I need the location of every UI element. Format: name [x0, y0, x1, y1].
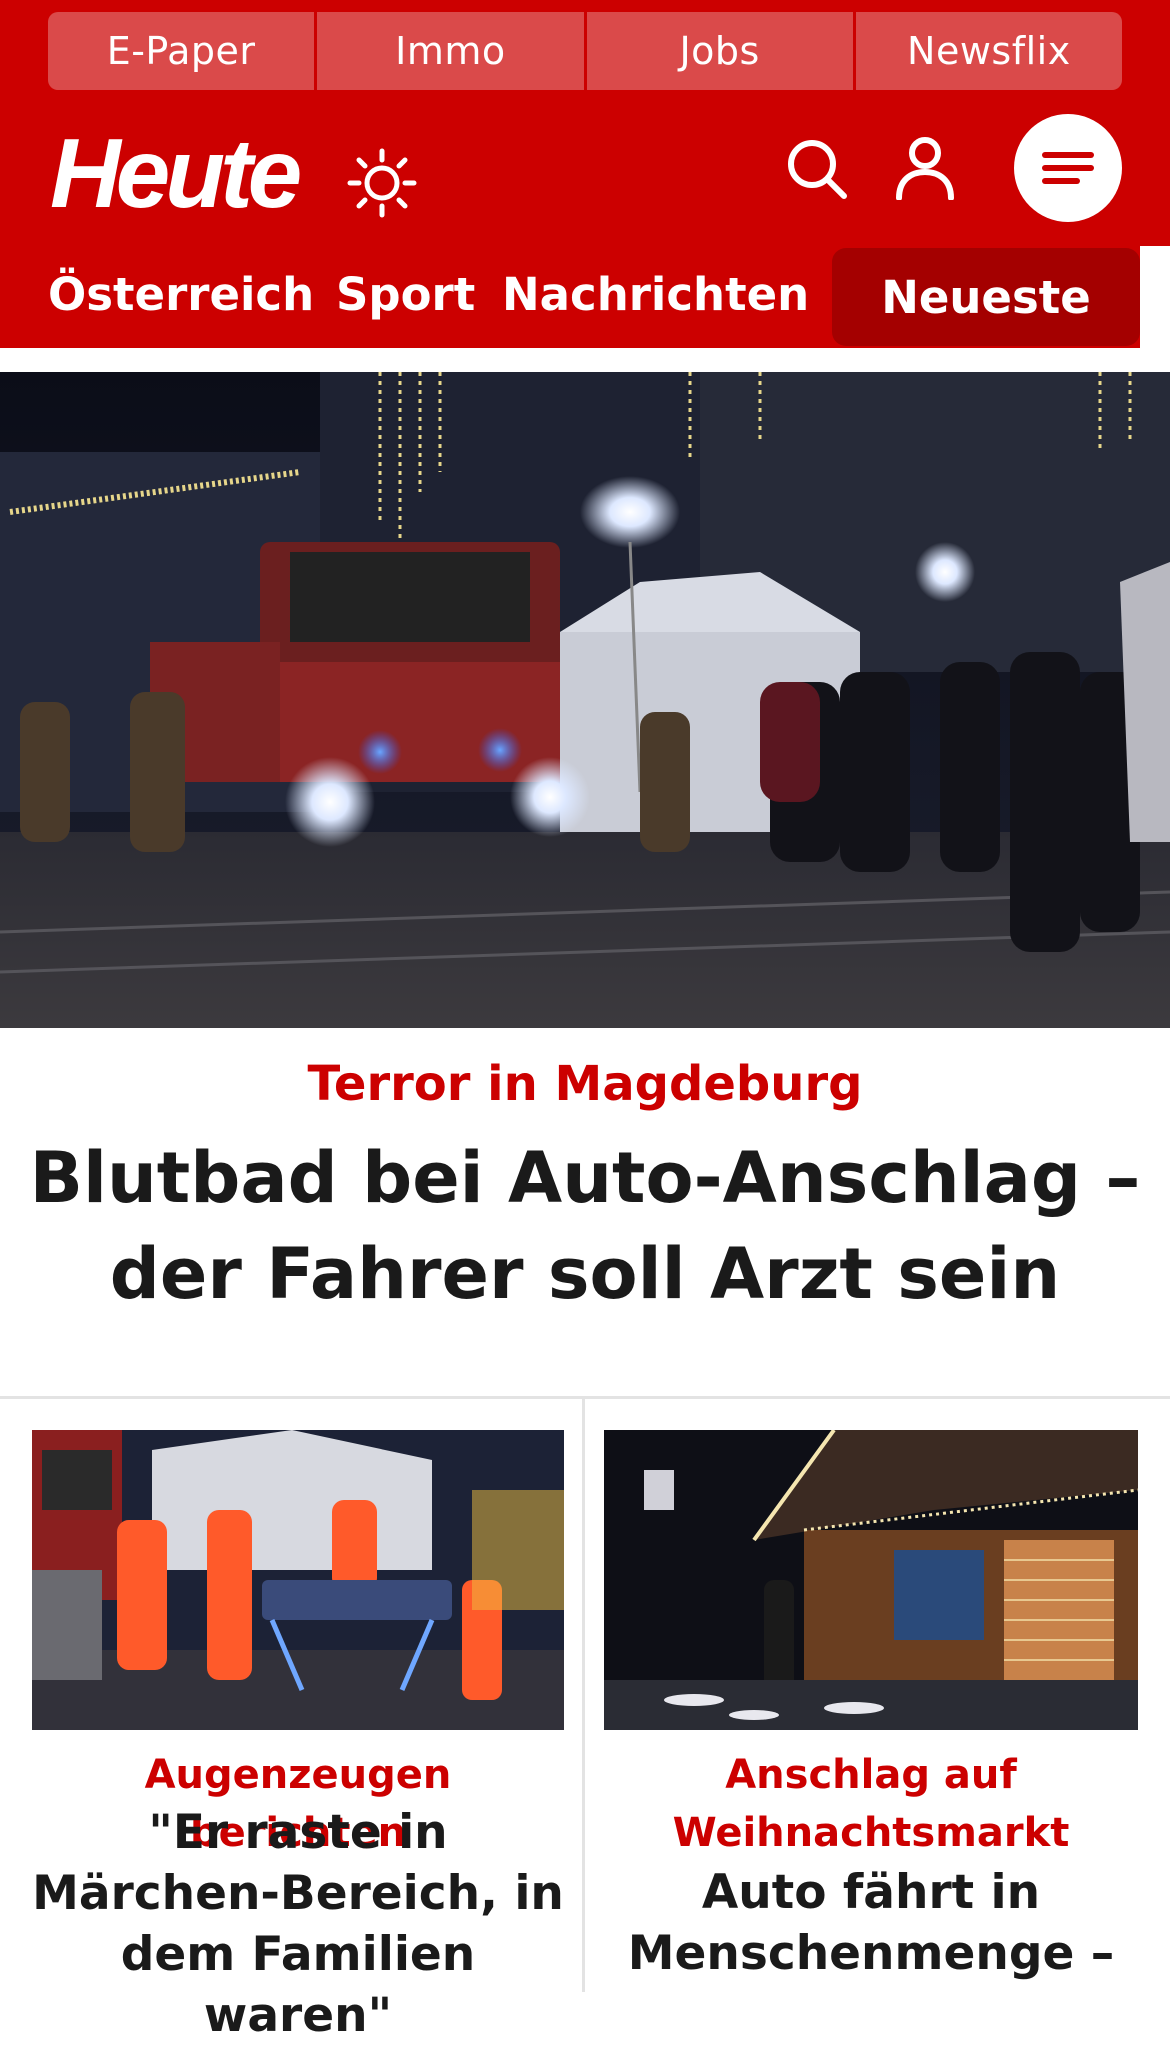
- section-nav: Österreich Sport Nachrichten Neueste: [0, 246, 1140, 348]
- top-link-immo[interactable]: Immo: [317, 12, 584, 90]
- hero-image[interactable]: [0, 372, 1170, 1028]
- top-links-bar: E-Paper Immo Jobs Newsflix: [48, 12, 1122, 90]
- teaser-headline-left[interactable]: "Er raste in Märchen-Bereich, in dem Fam…: [32, 1802, 564, 2046]
- user-icon[interactable]: [895, 136, 955, 200]
- nav-item-oesterreich[interactable]: Österreich: [48, 246, 314, 342]
- search-icon[interactable]: [786, 138, 848, 200]
- sun-icon[interactable]: [347, 148, 417, 218]
- hero-headline[interactable]: Blutbad bei Auto-Anschlag – der Fahrer s…: [20, 1130, 1150, 1322]
- site-logo[interactable]: Heute: [50, 124, 302, 222]
- site-header: E-Paper Immo Jobs Newsflix Heute Österre…: [0, 0, 1170, 348]
- nav-item-neueste[interactable]: Neueste: [832, 248, 1140, 346]
- top-link-jobs[interactable]: Jobs: [586, 12, 853, 90]
- menu-button[interactable]: [1014, 114, 1122, 222]
- teaser-headline-right[interactable]: Auto fährt in Menschenmenge –: [604, 1862, 1138, 1984]
- teaser-image-market[interactable]: [604, 1430, 1138, 1730]
- column-divider: [582, 1399, 585, 1992]
- teaser-image-rescue[interactable]: [32, 1430, 564, 1730]
- section-divider: [0, 1396, 1170, 1399]
- hamburger-menu-icon: [1042, 152, 1094, 184]
- top-link-newsflix[interactable]: Newsflix: [855, 12, 1122, 90]
- top-link-epaper[interactable]: E-Paper: [48, 12, 315, 90]
- nav-item-sport[interactable]: Sport: [336, 246, 475, 342]
- header-bar: E-Paper Immo Jobs Newsflix Heute: [0, 0, 1170, 246]
- nav-item-nachrichten[interactable]: Nachrichten: [502, 246, 809, 342]
- teaser-kicker-right[interactable]: Anschlag auf Weihnachtsmarkt: [604, 1746, 1138, 1862]
- hero-kicker[interactable]: Terror in Magdeburg: [0, 1052, 1170, 1116]
